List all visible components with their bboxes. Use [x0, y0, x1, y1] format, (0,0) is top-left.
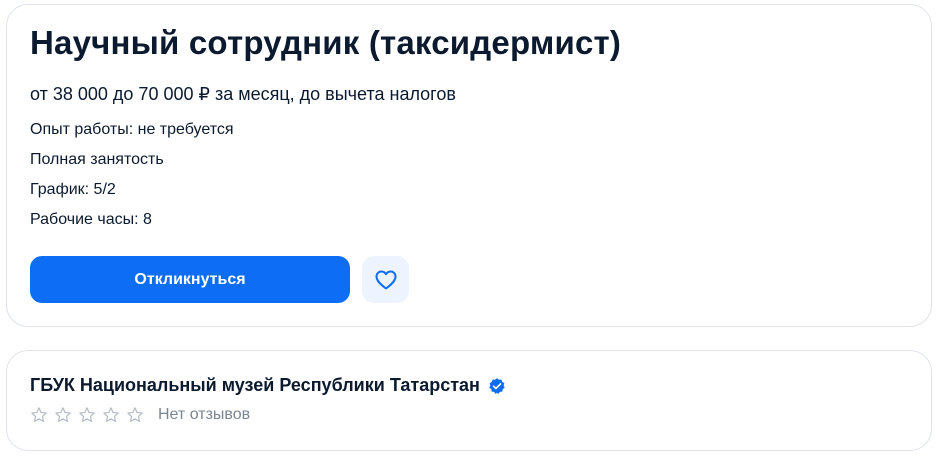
vacancy-card: Научный сотрудник (таксидермист) от 38 0…	[6, 4, 932, 327]
rating-row: Нет отзывов	[30, 406, 250, 424]
experience-detail: Опыт работы: не требуется	[30, 121, 234, 138]
reviews-link[interactable]: Нет отзывов	[158, 406, 250, 424]
verified-badge-icon	[488, 377, 506, 395]
star-icon	[102, 406, 120, 424]
salary-text: от 38 000 до 70 000 ₽ за месяц, до вычет…	[30, 84, 456, 104]
star-icon	[126, 406, 144, 424]
company-name[interactable]: ГБУК Национальный музей Республики Татар…	[30, 375, 480, 396]
star-icon	[54, 406, 72, 424]
heart-icon	[374, 268, 398, 292]
schedule-detail: График: 5/2	[30, 181, 116, 198]
apply-button[interactable]: Откликнуться	[30, 256, 350, 303]
employment-detail: Полная занятость	[30, 151, 164, 168]
favorite-button[interactable]	[362, 256, 409, 303]
star-icon	[30, 406, 48, 424]
work-hours-detail: Рабочие часы: 8	[30, 211, 152, 228]
company-card: ГБУК Национальный музей Республики Татар…	[6, 350, 932, 451]
vacancy-title: Научный сотрудник (таксидермист)	[30, 24, 622, 61]
star-icon	[78, 406, 96, 424]
company-name-row: ГБУК Национальный музей Республики Татар…	[30, 375, 506, 396]
